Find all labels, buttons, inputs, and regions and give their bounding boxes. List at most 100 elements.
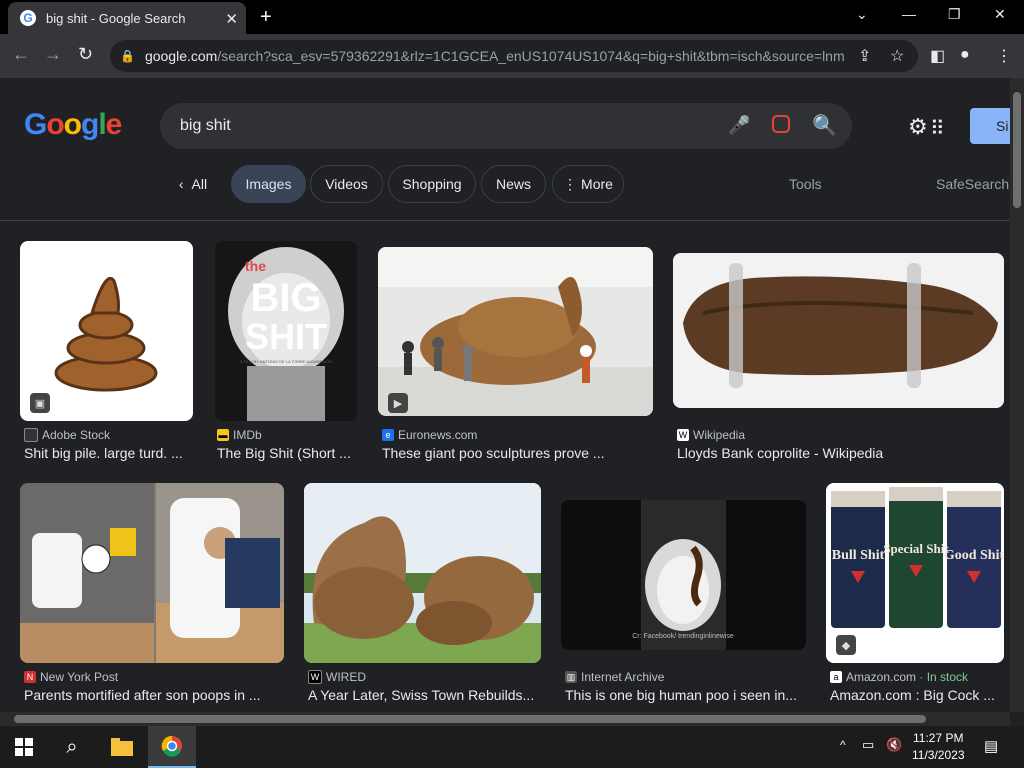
result-image-6[interactable] [304,483,541,663]
taskbar-search-icon[interactable]: ⌕ [56,726,88,768]
result-caption-8[interactable]: Amazon.com : Big Cock ... [830,687,1000,703]
bookmark-star-icon[interactable]: ☆ [890,46,904,66]
vertical-scrollbar[interactable] [1010,78,1024,712]
address-bar[interactable]: 🔒 google.com/search?sca_esv=579362291&rl… [110,40,918,72]
search-query[interactable]: big shit [180,117,231,135]
result-caption-7[interactable]: This is one big human poo i seen in... [565,687,803,703]
browser-toolbar: ← → ↻ 🔒 google.com/search?sca_esv=579362… [0,34,1024,78]
result-source-6[interactable]: W WIRED [308,670,366,684]
archive-watermark: Cr: Facebook/ trendinginlinewise [632,633,734,640]
browser-tab[interactable]: G big shit - Google Search ✕ [8,2,246,34]
imdb-poster-big: BIG [250,276,321,320]
profile-avatar[interactable]: ● [960,46,970,64]
clock-date: 11/3/2023 [912,748,965,762]
result-image-2[interactable]: the BIG SHIT A FILM BY ANTONIO DE LA TOR… [215,241,357,421]
result-image-3[interactable]: ▶ [378,247,653,416]
tray-chevron-icon[interactable]: ^ [840,738,846,752]
chip-videos[interactable]: Videos [310,165,383,203]
result-image-5[interactable] [20,483,284,663]
chip-news[interactable]: News [481,165,546,203]
chevron-left-icon: ‹ [178,176,184,192]
new-tab-button[interactable]: + [260,6,272,29]
result-source-1[interactable]: Adobe Stock [24,428,110,442]
internet-archive-favicon-icon: ▥ [565,671,577,683]
wikipedia-favicon-icon: W [677,429,689,441]
url-text: google.com/search?sca_esv=579362291&rlz=… [144,48,845,64]
nypost-favicon-icon: N [24,671,36,683]
horizontal-scroll-thumb[interactable] [14,715,926,723]
result-caption-6[interactable]: A Year Later, Swiss Town Rebuilds... [308,687,542,703]
amazon-label-2: Special Shit [883,541,949,556]
result-image-8[interactable]: Bull Shit Special Shit Good Shit ◆ [826,483,1004,663]
result-source-4[interactable]: W Wikipedia [677,428,745,442]
result-source-2[interactable]: ▬ IMDb [217,428,262,442]
chrome-taskbar-icon[interactable] [148,726,196,768]
euronews-favicon-icon: e [382,429,394,441]
result-image-4[interactable] [673,253,1004,408]
result-image-1[interactable]: ▣ [20,241,193,421]
window-close-button[interactable]: ✕ [994,6,1006,23]
restore-button[interactable]: ❐ [948,6,961,23]
header-divider [0,220,1010,221]
adobe-favicon-icon [24,428,38,442]
taskbar-clock[interactable]: 11:27 PM 11/3/2023 [912,730,965,764]
network-icon[interactable]: ▭ [862,737,874,753]
video-play-icon: ▶ [388,393,408,413]
notifications-icon[interactable]: ▤ [984,737,998,755]
imdb-poster-shit: SHIT [245,316,327,357]
amazon-label-3: Good Shit [944,548,1004,563]
google-lens-icon[interactable] [772,115,790,133]
volume-muted-icon[interactable]: 🔇 [886,737,902,753]
google-doodle-logo[interactable]: Google [24,108,122,142]
image-badge-icon: ▣ [30,393,50,413]
in-stock-label: · In stock [919,670,969,684]
result-source-3[interactable]: e Euronews.com [382,428,477,442]
imdb-poster-director: A FILM BY ANTONIO DE LA TORRE ALBARRACÍN [240,359,332,364]
result-caption-2[interactable]: The Big Shit (Short ... [217,445,357,461]
wired-favicon-icon: W [308,670,322,684]
browser-menu-icon[interactable]: ⋮ [996,46,1012,66]
google-favicon-icon: G [20,10,36,26]
lock-icon: 🔒 [120,49,135,63]
chip-images[interactable]: Images [231,165,306,203]
google-apps-icon[interactable]: ⠿ [930,116,945,141]
chip-more[interactable]: ⋮ More [552,165,624,203]
amazon-label-1: Bull Shit [832,548,885,563]
search-box[interactable]: big shit 🎤 🔍 [160,103,852,149]
windows-start-icon[interactable] [8,726,40,768]
result-source-5[interactable]: N New York Post [24,670,118,684]
horizontal-scrollbar[interactable] [0,712,1010,726]
file-explorer-icon[interactable] [106,726,138,768]
back-button[interactable]: ← [12,44,30,65]
safesearch-button[interactable]: SafeSearch [936,176,1009,192]
result-caption-4[interactable]: Lloyds Bank coprolite - Wikipedia [677,445,997,461]
tab-title: big shit - Google Search [46,10,186,26]
chip-all[interactable]: ‹ All [170,165,216,203]
microphone-icon[interactable]: 🎤 [728,115,750,136]
forward-button[interactable]: → [44,44,62,65]
tools-button[interactable]: Tools [789,176,822,192]
reload-button[interactable]: ↻ [78,44,93,65]
result-caption-3[interactable]: These giant poo sculptures prove ... [382,445,652,461]
result-source-8[interactable]: a Amazon.com · In stock [830,670,968,684]
product-tag-icon: ◆ [836,635,856,655]
result-caption-1[interactable]: Shit big pile. large turd. ... [24,445,194,461]
side-panel-icon[interactable]: ◧ [930,46,945,66]
minimize-button[interactable]: — [902,6,916,22]
tab-search-icon[interactable]: ⌄ [856,6,868,23]
result-source-7[interactable]: ▥ Internet Archive [565,670,664,684]
search-icon[interactable]: 🔍 [812,113,837,138]
imdb-favicon-icon: ▬ [217,429,229,441]
share-icon[interactable]: ⇪ [858,46,871,66]
result-caption-5[interactable]: Parents mortified after son poops in ... [24,687,286,703]
clock-time: 11:27 PM [913,731,964,745]
imdb-poster-the: the [245,258,266,274]
chip-shopping[interactable]: Shopping [388,165,476,203]
settings-gear-icon[interactable]: ⚙ [908,114,928,140]
windows-taskbar: ⌕ ^ ▭ 🔇 ▤ [0,726,1024,768]
result-image-7[interactable]: Cr: Facebook/ trendinginlinewise [561,500,806,650]
close-tab-icon[interactable]: ✕ [225,10,238,28]
search-filter-chips: ‹ All Images Videos Shopping News ⋮ More [0,165,1010,205]
vertical-scroll-thumb[interactable] [1013,92,1021,208]
amazon-favicon-icon: a [830,671,842,683]
